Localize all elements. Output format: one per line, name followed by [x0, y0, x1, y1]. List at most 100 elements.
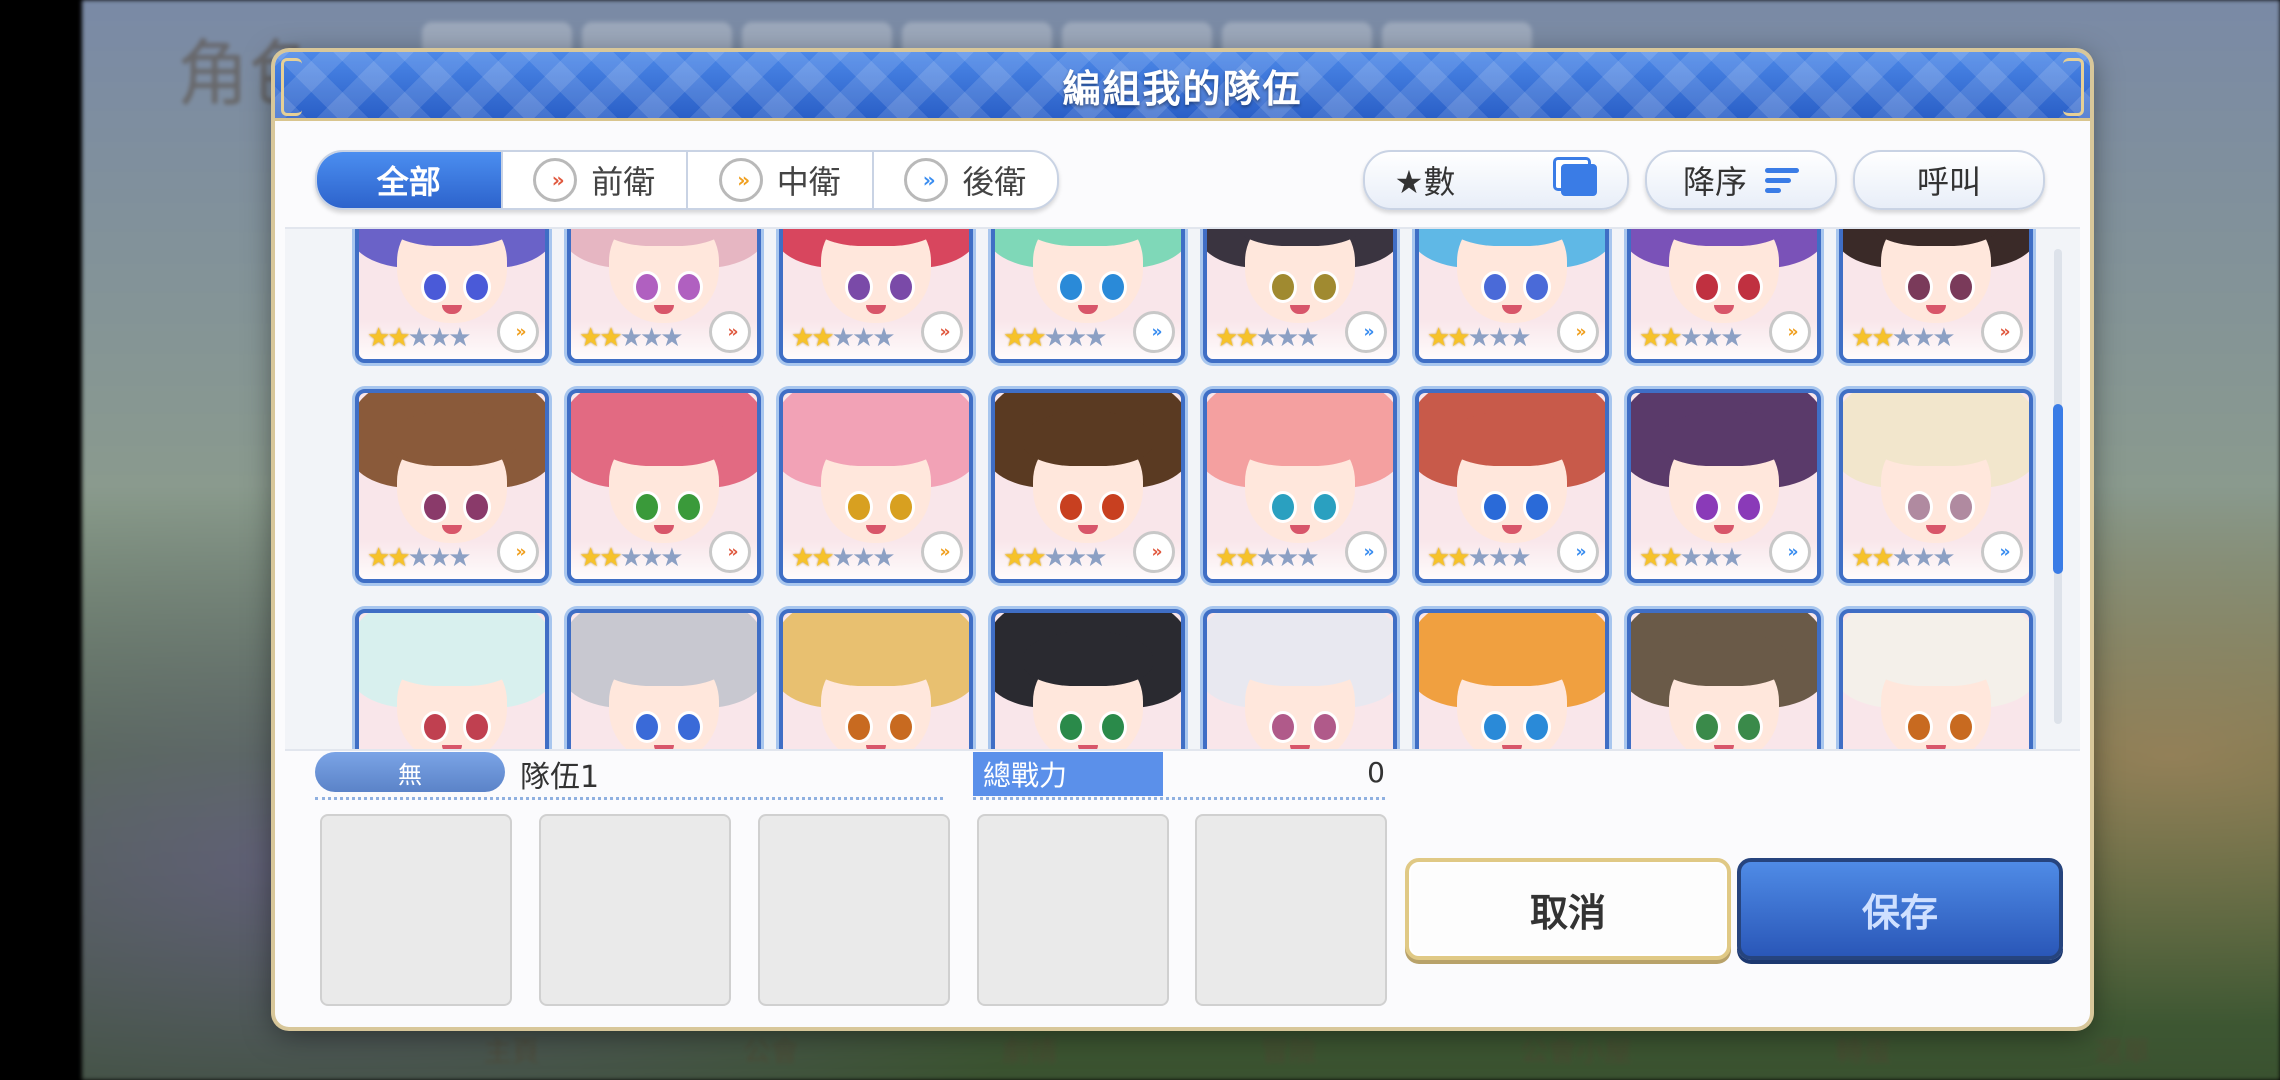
sort-key-button[interactable]: ★數 — [1363, 150, 1629, 210]
dialog-header: 編組我的隊伍 — [275, 52, 2090, 121]
back-position-icon: » — [1133, 311, 1175, 353]
character-card[interactable]: ★★★★★» — [1415, 609, 1609, 749]
character-card[interactable]: ★★★★★» — [991, 229, 1185, 363]
star-icon: ★ — [1296, 543, 1319, 573]
background-nav-item: 選單 — [2094, 1035, 2151, 1068]
character-card[interactable]: ★★★★★» — [779, 609, 973, 749]
front-position-icon: » — [709, 531, 751, 573]
tab-middle[interactable]: » 中衛 — [686, 152, 872, 208]
back-position-icon: » — [1557, 531, 1599, 573]
tab-label: 後衛 — [962, 163, 1027, 201]
character-card[interactable]: ★★★★★» — [1203, 609, 1397, 749]
character-card[interactable]: ★★★★★ » — [1415, 389, 1609, 583]
team-badge[interactable]: 無 — [315, 752, 505, 792]
star-icon: ★ — [619, 543, 643, 573]
character-card[interactable]: ★★★★★» — [991, 389, 1185, 583]
call-label: 呼叫 — [1916, 163, 1981, 201]
back-position-icon: » — [1345, 531, 1387, 573]
star-icon: ★ — [1003, 543, 1026, 573]
star-icon: ★ — [1720, 543, 1743, 573]
star-icon: ★ — [1235, 323, 1258, 353]
star-icon: ★ — [1871, 543, 1894, 573]
sort-key-label: ★數 — [1394, 163, 1456, 201]
star-icon: ★ — [1427, 543, 1450, 573]
star-icon: ★ — [851, 323, 875, 353]
star-rating: ★★★★★ — [367, 323, 472, 353]
cancel-button[interactable]: 取消 — [1405, 858, 1731, 960]
character-card[interactable]: ★★★★★» — [779, 389, 973, 583]
character-card[interactable]: ★★★★★» — [355, 229, 549, 363]
character-card[interactable]: ★★★★★» — [1203, 389, 1397, 583]
star-icon: ★ — [791, 323, 814, 353]
save-button[interactable]: 保存 — [1737, 858, 2063, 960]
team-slot-5[interactable] — [1195, 814, 1387, 1006]
star-icon: ★ — [1063, 543, 1087, 573]
star-icon: ★ — [1084, 323, 1107, 353]
character-card[interactable]: ★★★★★» — [355, 609, 549, 749]
star-icon: ★ — [1659, 323, 1682, 353]
tab-label: 全部 — [376, 163, 441, 201]
character-card[interactable]: ★★★★★» — [1203, 229, 1397, 363]
star-icon: ★ — [1255, 323, 1279, 353]
sort-descending-icon — [1765, 167, 1799, 193]
star-icon: ★ — [1235, 543, 1258, 573]
star-icon: ★ — [1003, 323, 1026, 353]
star-icon: ★ — [1679, 543, 1703, 573]
star-icon: ★ — [1891, 543, 1915, 573]
middle-position-icon: » — [497, 311, 539, 353]
tab-all[interactable]: 全部 — [317, 152, 501, 208]
character-card[interactable]: ★★★★★» — [1627, 609, 1821, 749]
character-card[interactable]: ★★★★★» — [567, 229, 761, 363]
star-icon: ★ — [1487, 323, 1511, 353]
call-button[interactable]: 呼叫 — [1853, 150, 2045, 210]
star-icon: ★ — [1639, 543, 1662, 573]
character-grid[interactable]: ★★★★★» ★★★★★» ★★★★★» ★★★★★» ★★★★★» ★★★★★» ★★★★… — [285, 227, 2080, 751]
star-icon: ★ — [367, 323, 390, 353]
sort-order-button[interactable]: 降序 — [1645, 150, 1837, 210]
star-icon: ★ — [1911, 323, 1935, 353]
character-card[interactable]: ★★★★★» — [1627, 389, 1821, 583]
character-card[interactable]: ★★★★★» — [991, 609, 1185, 749]
character-card[interactable]: ★★★★★» — [1627, 229, 1821, 363]
star-icon: ★ — [1296, 323, 1319, 353]
star-icon: ★ — [1679, 323, 1703, 353]
star-icon: ★ — [448, 323, 471, 353]
star-icon: ★ — [791, 543, 814, 573]
character-card[interactable]: ★★★★★» — [567, 389, 761, 583]
star-icon: ★ — [1659, 543, 1682, 573]
dialog-title: 編組我的隊伍 — [1062, 66, 1303, 111]
back-position-icon: » — [1345, 311, 1387, 353]
team-slot-3[interactable] — [758, 814, 950, 1006]
character-card[interactable]: ★★★★★» — [355, 389, 549, 583]
character-card[interactable]: ★★★★★» — [1839, 229, 2033, 363]
tab-front[interactable]: » 前衛 — [500, 152, 687, 208]
star-icon: ★ — [1508, 543, 1531, 573]
back-position-icon: » — [904, 158, 949, 202]
character-card[interactable]: ★★★★★» — [1415, 229, 1609, 363]
character-card[interactable]: ★★★★★» — [779, 229, 973, 363]
star-icon: ★ — [1084, 543, 1107, 573]
tab-back[interactable]: » 後衛 — [871, 152, 1058, 208]
star-icon: ★ — [1851, 323, 1874, 353]
star-icon: ★ — [639, 323, 663, 353]
front-position-icon: » — [1981, 311, 2023, 353]
scrollbar-thumb[interactable] — [2053, 404, 2063, 574]
star-rating: ★★★★★ — [1215, 543, 1320, 573]
grid-scrollbar[interactable] — [2053, 249, 2063, 724]
character-card[interactable]: ★★★★★» — [1839, 609, 2033, 749]
star-rating: ★★★★★ — [1427, 543, 1532, 573]
team-slot-2[interactable] — [539, 814, 731, 1006]
team-slot-1[interactable] — [320, 814, 512, 1006]
star-icon: ★ — [407, 323, 431, 353]
team-slot-4[interactable] — [977, 814, 1169, 1006]
star-icon: ★ — [1487, 543, 1511, 573]
star-icon: ★ — [1871, 323, 1894, 353]
character-portrait — [995, 613, 1181, 749]
star-rating: ★★★★★ — [579, 323, 684, 353]
team-divider — [315, 797, 943, 800]
middle-position-icon: » — [497, 531, 539, 573]
power-divider — [973, 797, 1385, 800]
character-card[interactable]: ★★★★★» — [567, 609, 761, 749]
star-icon: ★ — [660, 543, 683, 573]
character-card[interactable]: ★★★★★» — [1839, 389, 2033, 583]
